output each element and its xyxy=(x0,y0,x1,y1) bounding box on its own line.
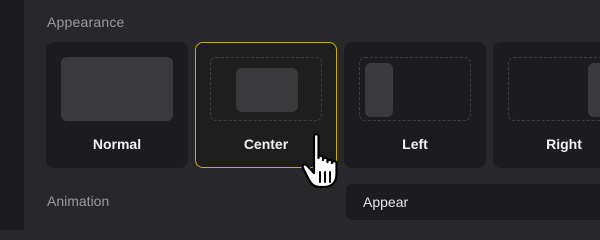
appearance-option-left[interactable]: Left xyxy=(344,42,486,168)
layout-left-preview-icon xyxy=(359,57,471,121)
appearance-section-title: Appearance xyxy=(47,14,125,30)
layout-normal-preview-icon xyxy=(61,57,173,121)
layout-center-preview-icon xyxy=(210,57,322,121)
hand-pointer-icon xyxy=(301,133,338,189)
settings-panel: Appearance Normal Center Left Right Anim… xyxy=(0,0,600,230)
preview-window xyxy=(588,63,600,117)
appearance-option-label: Right xyxy=(546,136,582,152)
animation-select[interactable]: Appear xyxy=(346,184,600,220)
layout-right-preview-icon xyxy=(508,57,600,121)
appearance-option-right[interactable]: Right xyxy=(493,42,600,168)
preview-window xyxy=(365,63,393,117)
appearance-option-label: Left xyxy=(402,136,428,152)
appearance-option-label: Normal xyxy=(92,136,142,152)
appearance-option-normal[interactable]: Normal xyxy=(46,42,188,168)
animation-label: Animation xyxy=(47,193,110,209)
side-panel-edge xyxy=(0,0,24,230)
preview-window xyxy=(236,68,298,112)
